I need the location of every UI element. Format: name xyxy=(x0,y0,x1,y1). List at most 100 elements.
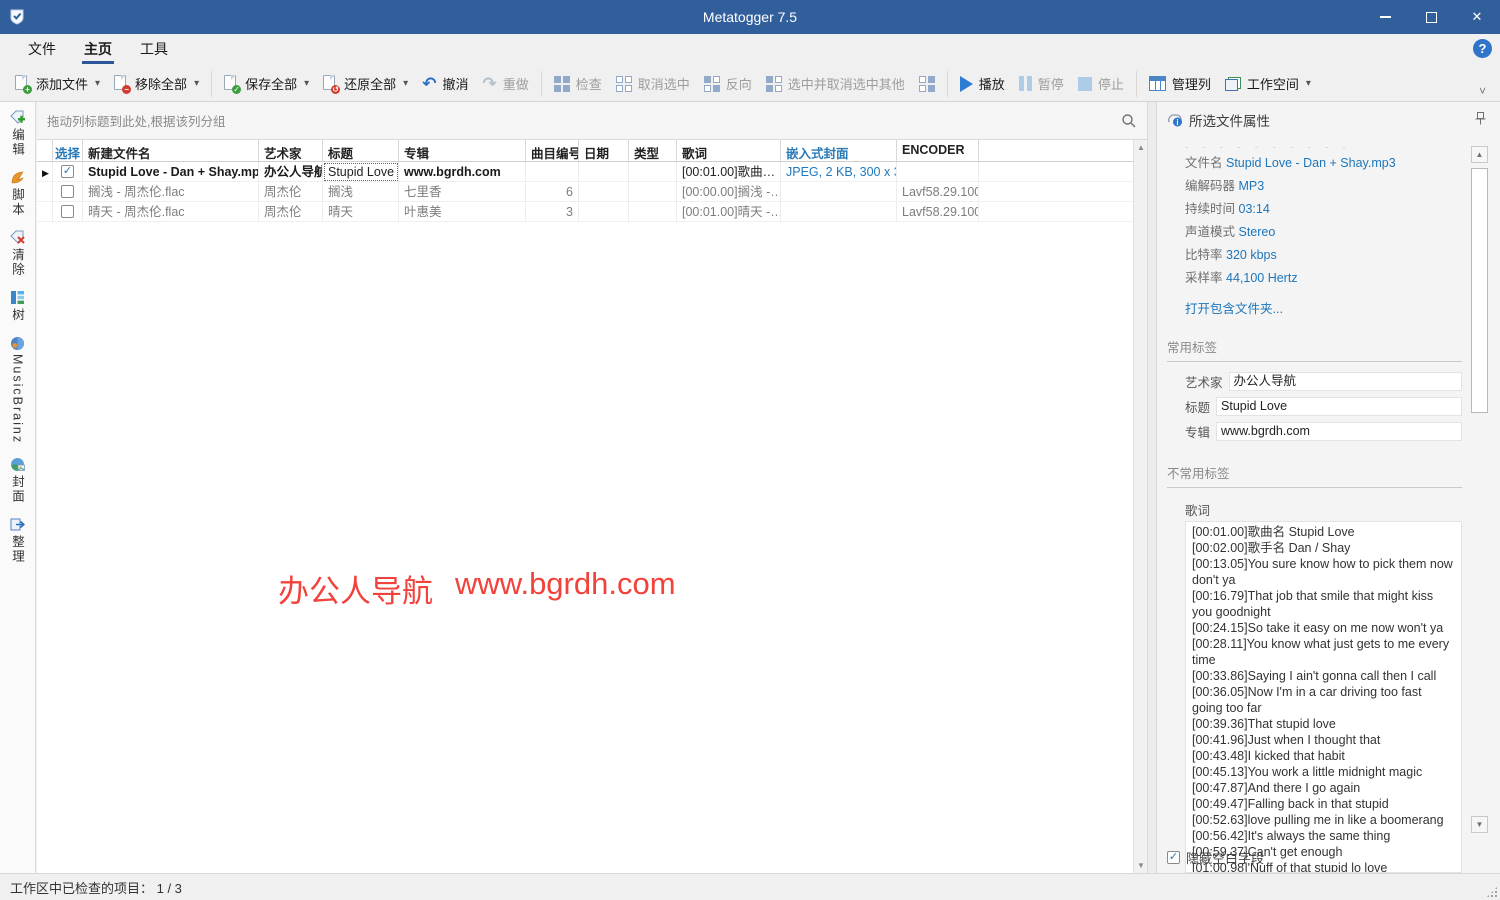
sidebar-item-cover[interactable]: 封面 xyxy=(8,457,27,504)
check-grid-icon xyxy=(553,75,570,92)
close-button[interactable]: ✕ xyxy=(1454,0,1500,34)
cell-album[interactable]: www.bgrdh.com xyxy=(399,161,526,182)
cell-date[interactable] xyxy=(579,181,629,202)
tab-home[interactable]: 主页 xyxy=(70,34,126,66)
help-button[interactable]: ? xyxy=(1473,39,1492,58)
open-containing-folder-link[interactable]: 打开包含文件夹... xyxy=(1167,288,1470,317)
workspace-button[interactable]: 工作空间 ▾ xyxy=(1218,70,1318,98)
column-header-genre[interactable]: 类型 xyxy=(629,140,677,161)
invert-selection-button: 反向 xyxy=(697,70,759,98)
property-value: Stereo xyxy=(1238,225,1276,239)
cell-track[interactable]: 3 xyxy=(526,201,579,222)
sidebar-item-organize[interactable]: 整理 xyxy=(8,517,27,564)
sidebar-item-label: MusicBrainz xyxy=(10,353,25,444)
tag-label: 标题 xyxy=(1185,401,1211,415)
cell-lyrics[interactable]: [00:00.00]搁浅 -… xyxy=(677,181,781,202)
row-checkbox[interactable] xyxy=(61,185,74,198)
cell-album[interactable]: 叶惠美 xyxy=(399,201,526,222)
add-files-label: 添加文件 xyxy=(36,77,89,92)
row-checkbox[interactable] xyxy=(61,205,74,218)
cell-encoder[interactable] xyxy=(897,161,979,182)
scroll-up-icon[interactable]: ▲ xyxy=(1471,146,1488,163)
undo-button[interactable]: ↶ 撤消 xyxy=(415,70,475,98)
sidebar-item-edit[interactable]: 编辑 xyxy=(8,110,27,157)
sidebar-item-musicbrainz[interactable]: MusicBrainz xyxy=(10,336,25,444)
add-files-button[interactable]: + 添加文件 ▾ xyxy=(8,70,107,98)
cell-cover[interactable] xyxy=(781,201,897,222)
sidebar-item-script[interactable]: 脚本 xyxy=(8,170,27,217)
panel-splitter[interactable] xyxy=(1147,102,1157,873)
tab-tools[interactable]: 工具 xyxy=(126,34,182,66)
manage-columns-icon xyxy=(1148,76,1166,91)
ribbon-collapse-icon[interactable]: ˅ xyxy=(1479,84,1486,98)
sidebar-item-label: 脚本 xyxy=(10,188,24,217)
table-header-row: 选择 新建文件名 艺术家 标题 专辑 曲目编号 日期 类型 歌词 嵌入式封面 E… xyxy=(37,140,1133,162)
cell-track[interactable]: 6 xyxy=(526,181,579,202)
album-tag-field[interactable]: www.bgrdh.com xyxy=(1216,422,1462,441)
group-by-bar[interactable]: 拖动列标题到此处,根据该列分组 xyxy=(37,102,1147,140)
cell-title[interactable]: 搁浅 xyxy=(323,181,399,202)
column-header-lyrics[interactable]: 歌词 xyxy=(677,140,781,161)
sidebar-item-clear[interactable]: 清除 xyxy=(8,230,27,277)
cell-artist[interactable]: 周杰伦 xyxy=(259,201,323,222)
cell-album[interactable]: 七里香 xyxy=(399,181,526,202)
table-scrollbar[interactable]: ▲ ▼ xyxy=(1133,140,1148,873)
row-checkbox[interactable]: ✓ xyxy=(61,165,74,178)
minimize-button[interactable] xyxy=(1362,0,1408,34)
column-header-title[interactable]: 标题 xyxy=(323,140,399,161)
table-row[interactable]: 搁浅 - 周杰伦.flac 周杰伦 搁浅 七里香 6 [00:00.00]搁浅 … xyxy=(37,181,1133,202)
cell-title[interactable]: Stupid Love xyxy=(323,161,399,182)
scroll-up-icon[interactable]: ▲ xyxy=(1134,140,1148,155)
panel-scrollbar[interactable]: ▲ ▼ xyxy=(1471,146,1488,833)
cell-genre[interactable] xyxy=(629,181,677,202)
scrollbar-thumb[interactable] xyxy=(1471,168,1488,413)
cell-filename[interactable]: Stupid Love - Dan + Shay.mp3 xyxy=(83,161,259,182)
toolbar-separator xyxy=(211,70,213,97)
remove-all-button[interactable]: − 移除全部 ▾ xyxy=(107,70,206,98)
manage-columns-button[interactable]: 管理列 xyxy=(1142,70,1218,98)
scroll-down-icon[interactable]: ▼ xyxy=(1471,816,1488,833)
scroll-down-icon[interactable]: ▼ xyxy=(1134,858,1148,873)
search-icon[interactable] xyxy=(1121,113,1137,129)
cell-lyrics[interactable]: [00:01.00]歌曲… xyxy=(677,161,781,182)
cell-encoder[interactable]: Lavf58.29.100 xyxy=(897,181,979,202)
property-row: 文件名 Stupid Love - Dan + Shay.mp3 xyxy=(1167,150,1470,173)
hide-empty-checkbox[interactable]: ✓ xyxy=(1167,851,1180,864)
save-all-button[interactable]: ✓ 保存全部 ▾ xyxy=(217,70,316,98)
table-row[interactable]: 晴天 - 周杰伦.flac 周杰伦 晴天 叶惠美 3 [00:01.00]晴天 … xyxy=(37,201,1133,222)
table-row[interactable]: ▶ ✓ Stupid Love - Dan + Shay.mp3 办公人导航 S… xyxy=(37,161,1133,182)
cell-title[interactable]: 晴天 xyxy=(323,201,399,222)
pin-icon[interactable] xyxy=(1475,112,1486,125)
cell-track[interactable] xyxy=(526,161,579,182)
restore-all-button[interactable]: ↺ 还原全部 ▾ xyxy=(316,70,415,98)
cell-filename[interactable]: 搁浅 - 周杰伦.flac xyxy=(83,181,259,202)
maximize-button[interactable] xyxy=(1408,0,1454,34)
title-tag-field[interactable]: Stupid Love xyxy=(1216,397,1462,416)
resize-grip[interactable] xyxy=(1486,886,1498,898)
column-header-cover[interactable]: 嵌入式封面 xyxy=(781,140,897,161)
cell-artist[interactable]: 办公人导航 xyxy=(259,161,323,182)
lyrics-field[interactable]: [00:01.00]歌曲名 Stupid Love [00:02.00]歌手名 D… xyxy=(1185,521,1462,873)
cell-cover[interactable] xyxy=(781,181,897,202)
cell-genre[interactable] xyxy=(629,201,677,222)
cell-genre[interactable] xyxy=(629,161,677,182)
cell-cover[interactable]: JPEG, 2 KB, 300 x 300 xyxy=(781,161,897,182)
cell-date[interactable] xyxy=(579,201,629,222)
cell-date[interactable] xyxy=(579,161,629,182)
cell-filename[interactable]: 晴天 - 周杰伦.flac xyxy=(83,201,259,222)
sidebar-item-tree[interactable]: 树 xyxy=(8,290,27,323)
cell-lyrics[interactable]: [00:01.00]晴天 -… xyxy=(677,201,781,222)
column-header-encoder[interactable]: ENCODER xyxy=(897,140,979,161)
cell-encoder[interactable]: Lavf58.29.100 xyxy=(897,201,979,222)
artist-tag-field[interactable]: 办公人导航 xyxy=(1228,372,1462,391)
column-header-artist[interactable]: 艺术家 xyxy=(259,140,323,161)
cell-artist[interactable]: 周杰伦 xyxy=(259,181,323,202)
column-header-filename[interactable]: 新建文件名 xyxy=(83,140,259,161)
column-header-select[interactable]: 选择 xyxy=(53,140,83,161)
tab-file[interactable]: 文件 xyxy=(14,34,70,66)
column-header-track[interactable]: 曲目编号 xyxy=(526,140,579,161)
column-header-album[interactable]: 专辑 xyxy=(399,140,526,161)
play-button[interactable]: 播放 xyxy=(953,70,1012,98)
column-header-date[interactable]: 日期 xyxy=(579,140,629,161)
maximize-icon xyxy=(1425,11,1437,23)
